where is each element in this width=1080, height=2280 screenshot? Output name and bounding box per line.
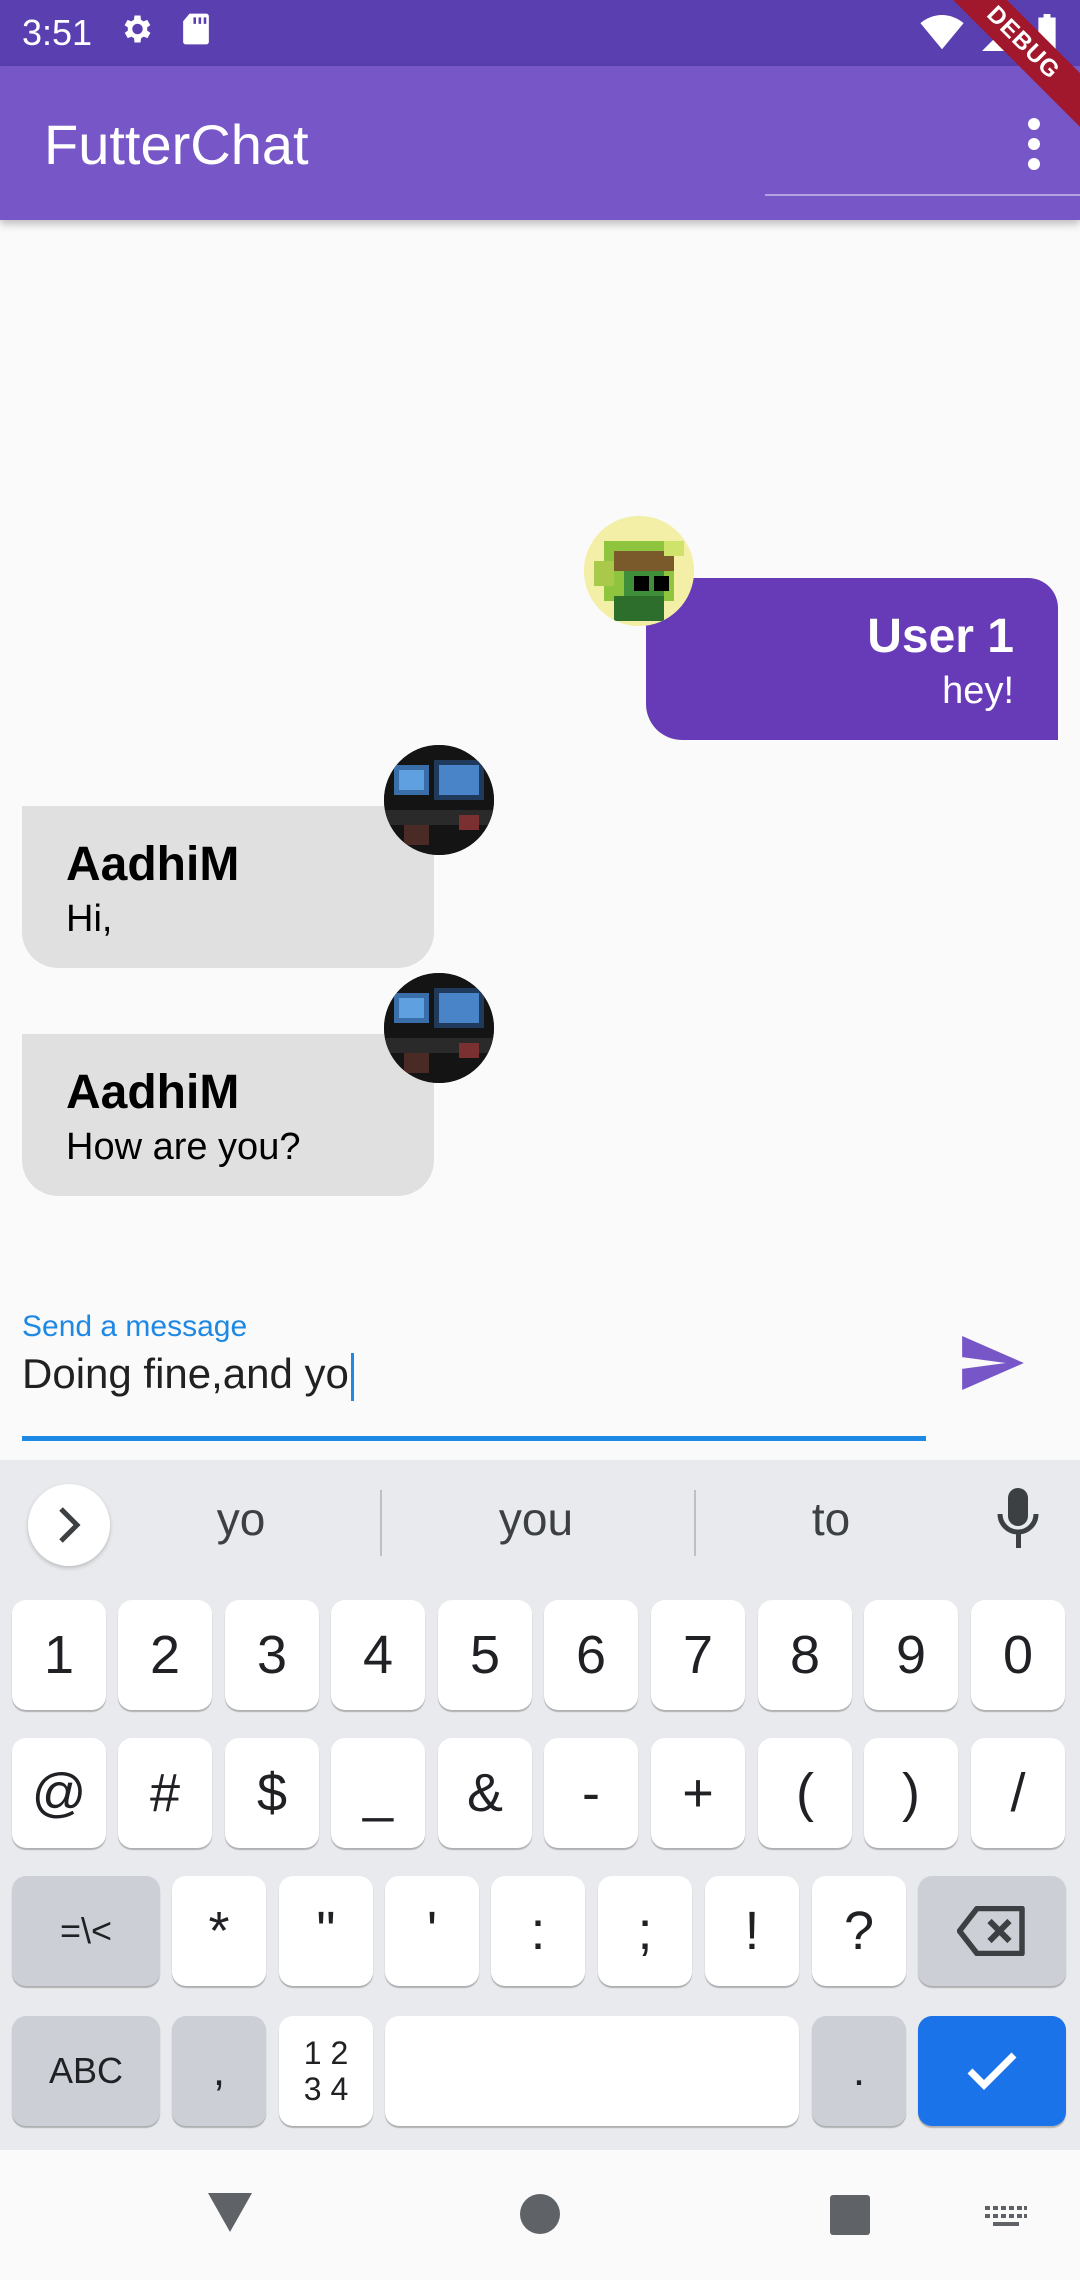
key-question[interactable]: ? [812, 1876, 906, 1986]
key-double-quote[interactable]: " [279, 1876, 373, 1986]
status-bar: 3:51 [0, 0, 1080, 66]
key-slash[interactable]: / [971, 1738, 1065, 1848]
key-exclamation[interactable]: ! [705, 1876, 799, 1986]
suggestion-expand-button[interactable] [28, 1484, 110, 1566]
message-input-underline [22, 1436, 926, 1441]
key-6[interactable]: 6 [544, 1600, 638, 1710]
debug-banner-container: DEBUG [920, 0, 1080, 160]
key-1[interactable]: 1 [12, 1600, 106, 1710]
sd-card-icon [180, 11, 212, 56]
key-period[interactable]: . [812, 2016, 906, 2126]
numpad-key-bottom: 3 4 [303, 2071, 349, 2107]
avatar [384, 973, 494, 1083]
message-sender: User 1 [867, 610, 1014, 663]
key-7[interactable]: 7 [651, 1600, 745, 1710]
send-icon [962, 1336, 1024, 1390]
keyboard-icon [985, 2206, 1027, 2226]
key-at[interactable]: @ [12, 1738, 106, 1848]
numpad-key-top: 1 2 [303, 2035, 349, 2071]
recents-button[interactable] [829, 2194, 871, 2236]
key-8[interactable]: 8 [758, 1600, 852, 1710]
suggestion-1[interactable]: yo [121, 1492, 361, 1546]
key-close-paren[interactable]: ) [864, 1738, 958, 1848]
suggestion-divider [694, 1490, 696, 1556]
backspace-key[interactable] [918, 1876, 1066, 1986]
numpad-key[interactable]: 1 2 3 4 [279, 2016, 373, 2126]
chevron-right-icon [59, 1507, 81, 1543]
message-input-value: Doing fine,and yo [22, 1350, 349, 1397]
suggestion-2[interactable]: you [416, 1492, 656, 1546]
send-button[interactable] [956, 1326, 1030, 1400]
key-comma[interactable]: , [172, 2016, 266, 2126]
key-ampersand[interactable]: & [438, 1738, 532, 1848]
back-button[interactable] [205, 2190, 255, 2234]
message-text: Hi, [66, 898, 113, 940]
text-caret [350, 1352, 354, 1401]
home-button[interactable] [518, 2192, 562, 2236]
message-bubble-received: AadhiM How are you? [22, 1034, 434, 1196]
mic-button[interactable] [996, 1488, 1052, 1560]
key-asterisk[interactable]: * [172, 1876, 266, 1986]
message-sender: AadhiM [66, 838, 240, 891]
abc-key[interactable]: ABC [12, 2016, 160, 2126]
avatar-image [384, 973, 494, 1083]
key-minus[interactable]: - [544, 1738, 638, 1848]
suggestion-3[interactable]: to [711, 1492, 951, 1546]
done-key[interactable] [918, 2016, 1066, 2126]
avatar [384, 745, 494, 855]
key-dollar[interactable]: $ [225, 1738, 319, 1848]
message-text: How are you? [66, 1126, 301, 1168]
avatar-image [384, 745, 494, 855]
suggestion-divider [380, 1490, 382, 1556]
app-title: FutterChat [44, 113, 309, 176]
message-bubble-received: AadhiM Hi, [22, 806, 434, 968]
message-bubble-sent: User 1 hey! [646, 578, 1058, 740]
more-symbols-key[interactable]: =\< [12, 1876, 160, 1986]
settings-icon [118, 11, 154, 56]
key-hash[interactable]: # [118, 1738, 212, 1848]
home-circle-icon [520, 2194, 560, 2234]
key-single-quote[interactable]: ' [385, 1876, 479, 1986]
key-semicolon[interactable]: ; [598, 1876, 692, 1986]
back-triangle-icon [208, 2193, 252, 2232]
status-time: 3:51 [22, 12, 93, 53]
key-colon[interactable]: : [491, 1876, 585, 1986]
message-sender: AadhiM [66, 1066, 240, 1119]
checkmark-icon [967, 2052, 1017, 2090]
app-bar: FutterChat [0, 66, 1080, 220]
suggestion-strip: yo you to [0, 1460, 1080, 1588]
microphone-icon [997, 1488, 1039, 1548]
message-input-label: Send a message [22, 1310, 248, 1343]
key-4[interactable]: 4 [331, 1600, 425, 1710]
keyboard-switch-button[interactable] [984, 2204, 1028, 2232]
key-3[interactable]: 3 [225, 1600, 319, 1710]
debug-banner: DEBUG [928, 0, 1080, 138]
key-plus[interactable]: + [651, 1738, 745, 1848]
message-text: hey! [942, 670, 1014, 712]
avatar-image [584, 516, 694, 626]
avatar [584, 516, 694, 626]
system-nav-bar [0, 2150, 1080, 2280]
key-0[interactable]: 0 [971, 1600, 1065, 1710]
key-open-paren[interactable]: ( [758, 1738, 852, 1848]
key-9[interactable]: 9 [864, 1600, 958, 1710]
space-key[interactable] [385, 2016, 799, 2126]
soft-keyboard: yo you to 1 2 3 4 5 6 7 8 9 0 @ # $ _ & … [0, 1460, 1080, 2150]
key-underscore[interactable]: _ [331, 1738, 425, 1848]
message-input[interactable]: Doing fine,and yo [22, 1350, 926, 1410]
appbar-divider [765, 194, 1080, 196]
recents-square-icon [830, 2195, 870, 2235]
backspace-icon [957, 1906, 1025, 1956]
key-2[interactable]: 2 [118, 1600, 212, 1710]
key-5[interactable]: 5 [438, 1600, 532, 1710]
